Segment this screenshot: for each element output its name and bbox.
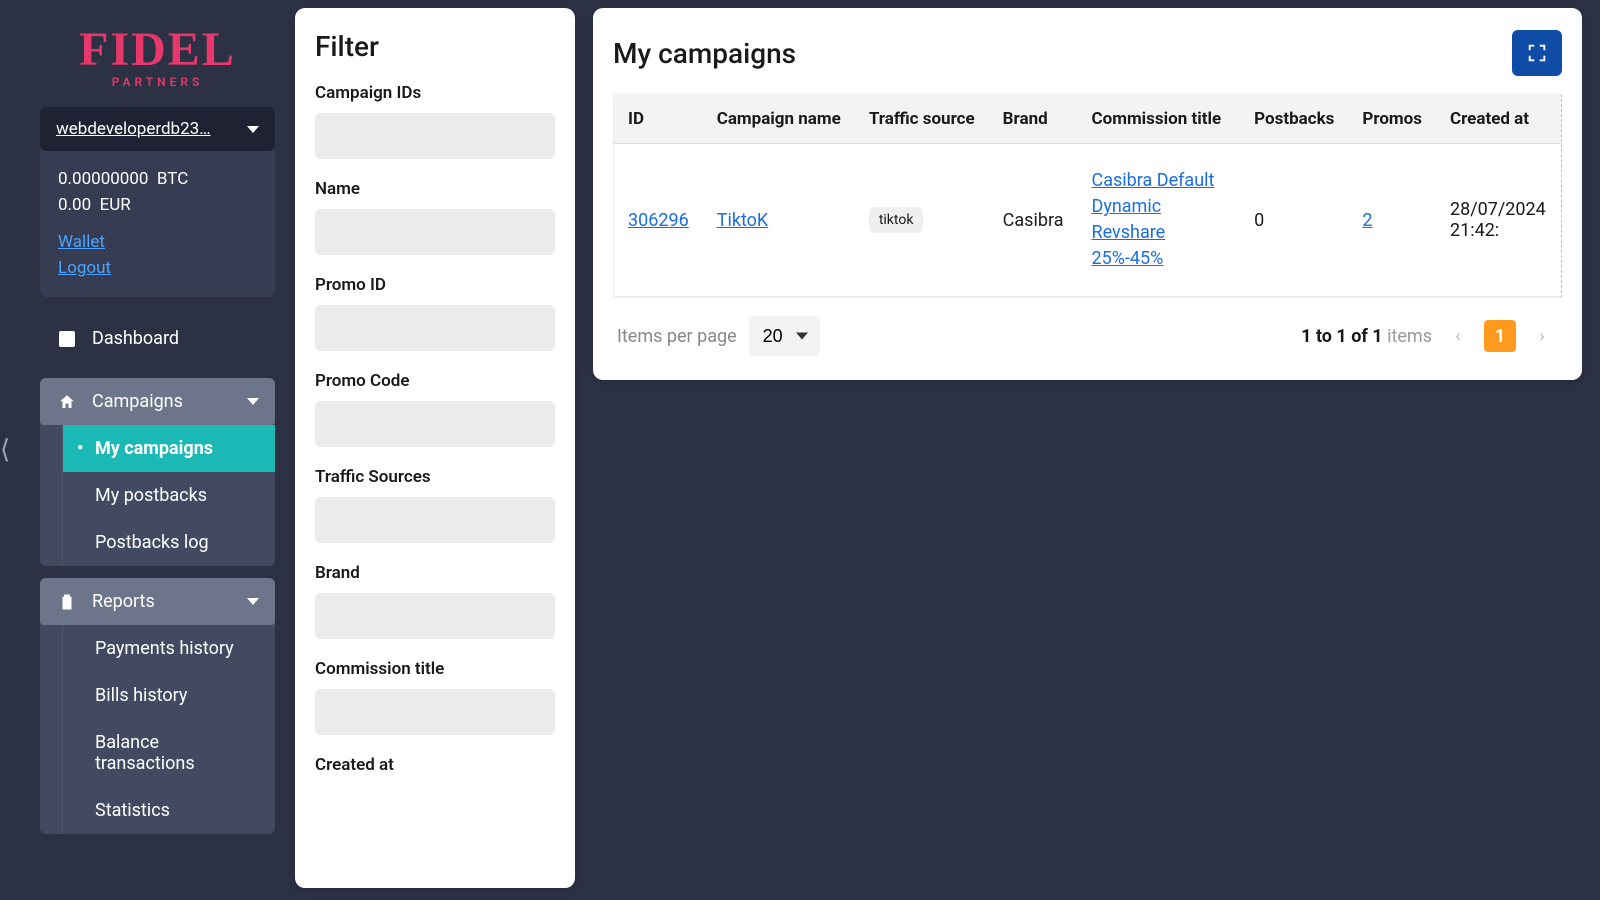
commission-link[interactable]: Casibra Default Dynamic Revshare 25%-45%	[1092, 170, 1215, 269]
filter-title: Filter	[315, 30, 555, 63]
nav-balance-transactions[interactable]: Balance transactions	[63, 719, 275, 787]
table-row: 306296 TiktoK tiktok Casibra Casibra Def…	[614, 144, 1561, 297]
items-per-page-label: Items per page	[617, 326, 737, 347]
col-commission-title: Commission title	[1078, 95, 1241, 144]
chevron-down-icon	[247, 126, 259, 133]
input-campaign-ids[interactable]	[315, 113, 555, 159]
chevron-down-icon	[796, 333, 808, 340]
expand-icon	[1526, 42, 1548, 64]
label-brand: Brand	[315, 563, 555, 583]
logo: FIDEL PARTNERS	[40, 28, 275, 89]
label-campaign-ids: Campaign IDs	[315, 83, 555, 103]
nav-statistics[interactable]: Statistics	[63, 787, 275, 834]
brand-value: Casibra	[1003, 210, 1064, 231]
input-brand[interactable]	[315, 593, 555, 639]
created-at-value: 28/07/2024 21:42:	[1450, 199, 1546, 241]
nav-my-postbacks[interactable]: My postbacks	[63, 472, 275, 519]
input-promo-code[interactable]	[315, 401, 555, 447]
col-promos: Promos	[1348, 95, 1436, 144]
logo-sub: PARTNERS	[40, 75, 275, 89]
pager-prev[interactable]: ‹	[1442, 320, 1474, 352]
pager-page-1[interactable]: 1	[1484, 320, 1516, 352]
label-commission-title: Commission title	[315, 659, 555, 679]
promos-link[interactable]: 2	[1362, 210, 1372, 231]
campaign-name-link[interactable]: TiktoK	[717, 210, 769, 231]
nav-postbacks-log[interactable]: Postbacks log	[63, 519, 275, 566]
postbacks-value: 0	[1254, 210, 1264, 231]
input-name[interactable]	[315, 209, 555, 255]
user-box: webdeveloperdb23… 0.00000000 BTC 0.00 EU…	[40, 107, 275, 297]
reports-submenu: Payments history Bills history Balance t…	[62, 625, 275, 834]
label-created-at: Created at	[315, 755, 555, 775]
navigation: Dashboard Campaigns My campaigns My post…	[40, 315, 275, 834]
user-name: webdeveloperdb23…	[56, 119, 211, 139]
sidebar-collapse-handle[interactable]: ⟨	[0, 435, 10, 465]
filter-panel: Filter Campaign IDs Name Promo ID Promo …	[295, 8, 575, 888]
logo-main: FIDEL	[40, 28, 275, 71]
sidebar: FIDEL PARTNERS webdeveloperdb23… 0.00000…	[0, 0, 295, 900]
col-brand: Brand	[989, 95, 1078, 144]
logout-link[interactable]: Logout	[58, 256, 257, 282]
chevron-down-icon	[247, 598, 259, 605]
label-name: Name	[315, 179, 555, 199]
col-id: ID	[614, 95, 703, 144]
input-promo-id[interactable]	[315, 305, 555, 351]
col-created-at: Created at	[1436, 95, 1561, 144]
content-panel: My campaigns ID Campaign name Traffic so…	[593, 8, 1582, 380]
nav-reports[interactable]: Reports	[40, 578, 275, 625]
campaigns-submenu: My campaigns My postbacks Postbacks log	[62, 425, 275, 566]
nav-dashboard[interactable]: Dashboard	[40, 315, 275, 362]
pager: Items per page 20 1 to 1 of 1 items ‹ 1 …	[613, 298, 1562, 360]
chevron-down-icon	[247, 398, 259, 405]
wallet-link[interactable]: Wallet	[58, 230, 257, 256]
input-commission-title[interactable]	[315, 689, 555, 735]
clipboard-icon	[56, 593, 78, 611]
traffic-source-badge: tiktok	[869, 207, 924, 233]
items-per-page-select[interactable]: 20	[749, 316, 820, 356]
nav-payments-history[interactable]: Payments history	[63, 625, 275, 672]
label-promo-id: Promo ID	[315, 275, 555, 295]
user-selector[interactable]: webdeveloperdb23…	[40, 107, 275, 151]
input-traffic-sources[interactable]	[315, 497, 555, 543]
expand-button[interactable]	[1512, 30, 1562, 76]
table-header-row: ID Campaign name Traffic source Brand Co…	[614, 95, 1561, 144]
label-promo-code: Promo Code	[315, 371, 555, 391]
nav-campaigns[interactable]: Campaigns	[40, 378, 275, 425]
dashboard-icon	[56, 331, 78, 347]
home-icon	[56, 393, 78, 411]
col-traffic-source: Traffic source	[855, 95, 989, 144]
col-postbacks: Postbacks	[1240, 95, 1348, 144]
label-traffic-sources: Traffic Sources	[315, 467, 555, 487]
main-area: Filter Campaign IDs Name Promo ID Promo …	[295, 0, 1600, 900]
nav-bills-history[interactable]: Bills history	[63, 672, 275, 719]
page-title: My campaigns	[613, 37, 796, 70]
campaigns-table: ID Campaign name Traffic source Brand Co…	[613, 94, 1562, 298]
balances: 0.00000000 BTC 0.00 EUR	[40, 151, 275, 218]
col-campaign-name: Campaign name	[703, 95, 855, 144]
pager-info: 1 to 1 of 1 items	[1301, 326, 1432, 347]
pager-next[interactable]: ›	[1526, 320, 1558, 352]
campaign-id-link[interactable]: 306296	[628, 210, 689, 231]
nav-my-campaigns[interactable]: My campaigns	[63, 425, 275, 472]
